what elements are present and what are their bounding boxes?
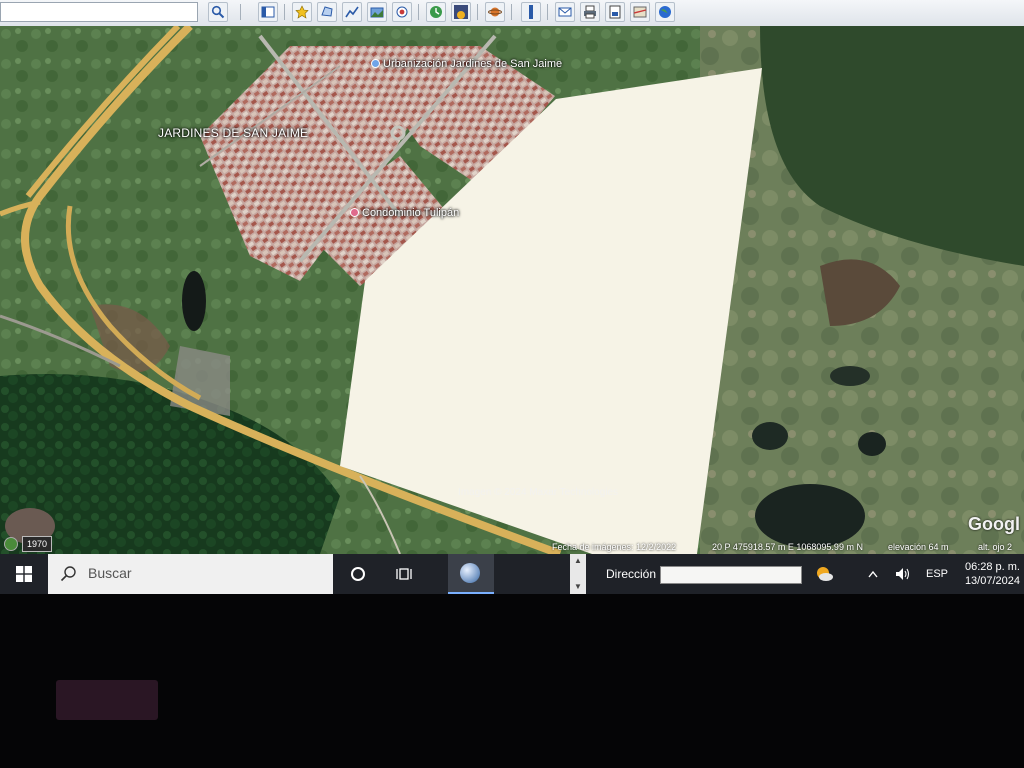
direccion-input[interactable]	[660, 566, 802, 584]
email-icon[interactable]	[555, 2, 575, 22]
taskbar-clock[interactable]: 06:28 p. m. 13/07/2024	[954, 560, 1024, 588]
windows-taskbar: Buscar ▲ ▼ Dirección ESP 06:28 p. m. 13/0…	[0, 554, 1024, 594]
direccion-label: Dirección	[606, 567, 657, 581]
map-status-bar: Fecha de imágenes: 12/2/2022 20 P 475918…	[0, 540, 1024, 554]
toolbar-search-field[interactable]	[0, 2, 198, 22]
task-view-icon[interactable]	[390, 554, 418, 594]
coordinates: 20 P 475918.57 m E 1068095.99 m N	[712, 542, 863, 552]
earth-icon[interactable]	[655, 2, 675, 22]
imagery-credit: Imagen © 2024 Maxar Technologies	[458, 487, 619, 498]
view-in-maps-icon[interactable]	[630, 2, 650, 22]
bezel-sticker	[56, 680, 158, 720]
clock-time: 06:28 p. m.	[964, 561, 1020, 573]
weather-icon[interactable]	[814, 564, 834, 584]
image-overlay-icon[interactable]	[367, 2, 387, 22]
sunlight-icon[interactable]	[451, 2, 471, 22]
google-logo: Googl	[968, 514, 1020, 534]
volume-icon[interactable]	[892, 554, 914, 594]
place-label-jardines[interactable]: JARDINES DE SAN JAIME	[158, 126, 308, 140]
path-icon[interactable]	[342, 2, 362, 22]
place-label-urbanizacion[interactable]: Urbanización Jardines de San Jaime	[371, 58, 562, 70]
toolbar-scroll-arrows[interactable]: ▲ ▼	[570, 554, 586, 594]
clock-date: 13/07/2024	[964, 575, 1020, 587]
historical-imagery-icon[interactable]	[426, 2, 446, 22]
place-pin-icon	[371, 59, 380, 68]
record-tour-icon[interactable]	[392, 2, 412, 22]
chevron-up-icon[interactable]	[864, 554, 882, 594]
imagery-date: Fecha de imágenes: 12/2/2022	[552, 542, 677, 552]
search-icon[interactable]	[208, 2, 228, 22]
start-button[interactable]	[0, 554, 48, 594]
save-image-icon[interactable]	[605, 2, 625, 22]
taskbar-search-box[interactable]: Buscar	[48, 554, 333, 594]
elevation: elevación 64 m	[888, 542, 949, 552]
google-earth-taskbar-button[interactable]	[448, 554, 494, 594]
polygon-icon[interactable]	[317, 2, 337, 22]
windows-logo-icon	[16, 566, 32, 582]
search-icon	[60, 566, 76, 582]
monitor-bezel	[0, 594, 1024, 768]
print-icon[interactable]	[580, 2, 600, 22]
cortana-icon[interactable]	[344, 554, 372, 594]
place-label-condominio[interactable]: Condominio Tulipán	[350, 207, 459, 219]
placemark-icon[interactable]	[292, 2, 312, 22]
ruler-icon[interactable]	[521, 2, 541, 22]
eye-altitude: alt. ojo 2	[978, 542, 1013, 552]
satellite-imagery	[0, 26, 1024, 554]
place-pin-icon	[350, 208, 359, 217]
map-view[interactable]: Urbanización Jardines de San Jaime JARDI…	[0, 26, 1024, 554]
search-placeholder: Buscar	[88, 565, 132, 581]
google-earth-icon	[460, 563, 480, 583]
earth-toolbar	[0, 0, 1024, 27]
sidebar-icon[interactable]	[258, 2, 278, 22]
planets-icon[interactable]	[485, 2, 505, 22]
language-indicator[interactable]: ESP	[926, 554, 948, 594]
